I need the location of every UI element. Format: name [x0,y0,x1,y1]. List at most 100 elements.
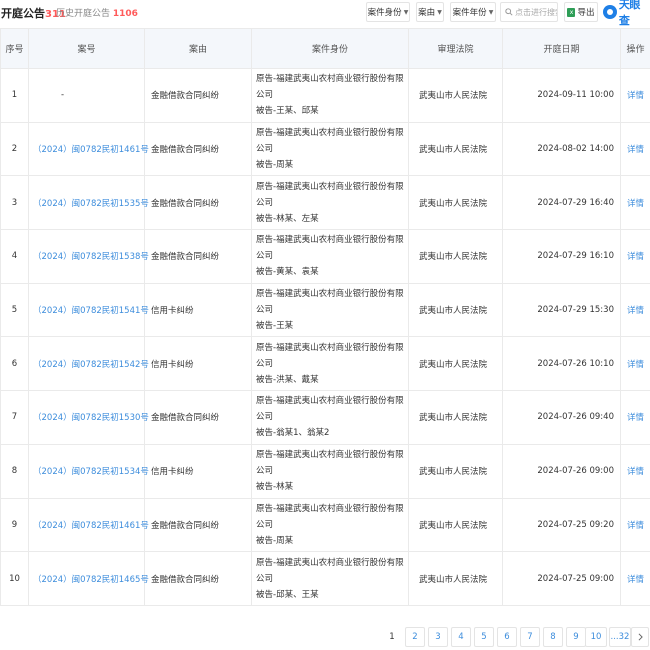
hearing-date: 2024-07-29 16:10 [502,229,621,284]
table-row: 9 （2024）闽0782民初1461号 金融借款合同纠纷 原告-福建武夷山农村… [0,497,650,553]
row-number: 1 [0,68,29,123]
pagination: 1 2 3 4 5 6 7 8 9 10 ...32 [0,627,650,647]
details-link[interactable]: 详情 [620,229,650,284]
details-link[interactable]: 详情 [620,390,650,445]
row-number: 6 [0,336,29,392]
export-button[interactable]: x 导出 [564,2,598,22]
search-box[interactable] [500,2,558,22]
case-cause: 信用卡纠纷 [144,282,252,338]
table-header-row: 序号 案号 案由 案件身份 审理法院 开庭日期 操作 [0,28,650,69]
details-link[interactable]: 详情 [620,551,650,606]
column-header-cause: 案由 [144,28,252,69]
page-10[interactable]: 10 [585,627,607,647]
hearing-date: 2024-07-26 09:40 [502,390,621,445]
case-number-link[interactable]: （2024）闽0782民初1530号 [28,390,149,445]
page-6[interactable]: 6 [497,627,517,647]
details-link[interactable]: 详情 [620,336,650,392]
defendant: 被告-周某 [256,535,294,546]
column-header-court: 审理法院 [408,28,503,69]
excel-icon: x [567,7,576,17]
filter-case-year[interactable]: 案件年份 ▼ [450,2,496,22]
hearing-date: 2024-07-29 16:40 [502,175,621,231]
case-number-link[interactable]: （2024）闽0782民初1542号 [28,336,149,392]
court: 武夷山市人民法院 [408,282,503,338]
plaintiff: 原告-福建武夷山农村商业银行股份有限公司 [256,396,404,423]
case-number-link[interactable]: （2024）闽0782民初1538号 [28,229,149,284]
details-link[interactable]: 详情 [620,68,650,123]
search-input[interactable] [515,7,557,17]
column-header-date: 开庭日期 [502,28,621,69]
row-number: 3 [0,175,29,231]
page-3[interactable]: 3 [428,627,448,647]
page-title-text: 开庭公告 [1,7,45,20]
case-number-link[interactable]: （2024）闽0782民初1465号 [28,551,149,606]
defendant: 被告-林某 [256,482,294,493]
page-2[interactable]: 2 [405,627,425,647]
page-9[interactable]: 9 [566,627,586,647]
page-8[interactable]: 8 [543,627,563,647]
defendant: 被告-林某、左某 [256,213,319,224]
row-number: 5 [0,282,29,338]
chevron-down-icon: ▼ [403,8,409,16]
case-number-link[interactable]: （2024）闽0782民初1541号 [28,282,149,338]
case-parties: 原告-福建武夷山农村商业银行股份有限公司 被告-黄某、袁某 [251,229,409,284]
court: 武夷山市人民法院 [408,175,503,231]
defendant: 被告-周某 [256,160,294,171]
case-cause: 金融借款合同纠纷 [144,551,252,606]
history-link[interactable]: 历史开庭公告 1106 [56,6,138,19]
plaintiff: 原告-福建武夷山农村商业银行股份有限公司 [256,503,404,530]
case-number-link[interactable]: （2024）闽0782民初1461号 [28,121,149,177]
plaintiff: 原告-福建武夷山农村商业银行股份有限公司 [256,235,404,262]
plaintiff: 原告-福建武夷山农村商业银行股份有限公司 [256,450,404,477]
page-1[interactable]: 1 [382,627,402,647]
history-count[interactable]: 1106 [113,9,138,19]
court: 武夷山市人民法院 [408,121,503,177]
court: 武夷山市人民法院 [408,68,503,123]
case-parties: 原告-福建武夷山农村商业银行股份有限公司 被告-王某、邱某 [251,68,409,123]
table-row: 2 （2024）闽0782民初1461号 金融借款合同纠纷 原告-福建武夷山农村… [0,121,650,177]
page-5[interactable]: 5 [474,627,494,647]
hearing-date: 2024-07-25 09:00 [502,551,621,606]
case-parties: 原告-福建武夷山农村商业银行股份有限公司 被告-洪某、戴某 [251,336,409,392]
plaintiff: 原告-福建武夷山农村商业银行股份有限公司 [256,342,404,369]
table-row: 7 （2024）闽0782民初1530号 金融借款合同纠纷 原告-福建武夷山农村… [0,390,650,445]
details-link[interactable]: 详情 [620,121,650,177]
page-last[interactable]: ...32 [609,627,631,647]
history-label[interactable]: 历史开庭公告 [56,9,110,19]
case-cause: 金融借款合同纠纷 [144,68,252,123]
case-number-link[interactable]: （2024）闽0782民初1461号 [28,497,149,553]
court: 武夷山市人民法院 [408,551,503,606]
filter-cause[interactable]: 案由 ▼ [416,2,444,22]
page-4[interactable]: 4 [451,627,471,647]
column-header-parties: 案件身份 [251,28,409,69]
row-number: 4 [0,229,29,284]
export-label: 导出 [577,8,595,18]
details-link[interactable]: 详情 [620,175,650,231]
search-icon [505,8,513,16]
plaintiff: 原告-福建武夷山农村商业银行股份有限公司 [256,289,404,316]
column-header-case-no: 案号 [28,28,145,69]
details-link[interactable]: 详情 [620,282,650,338]
table-row: 6 （2024）闽0782民初1542号 信用卡纠纷 原告-福建武夷山农村商业银… [0,336,650,392]
page-7[interactable]: 7 [520,627,540,647]
table-row: 4 （2024）闽0782民初1538号 金融借款合同纠纷 原告-福建武夷山农村… [0,229,650,284]
eye-logo-icon [603,5,617,19]
details-link[interactable]: 详情 [620,497,650,553]
hearing-date: 2024-07-29 15:30 [502,282,621,338]
plaintiff: 原告-福建武夷山农村商业银行股份有限公司 [256,181,404,208]
next-page-button[interactable] [631,627,649,647]
plaintiff: 原告-福建武夷山农村商业银行股份有限公司 [256,557,404,584]
case-parties: 原告-福建武夷山农村商业银行股份有限公司被告-林某 [251,443,409,499]
details-link[interactable]: 详情 [620,443,650,499]
logo: 天眼查 [603,0,650,27]
case-number-link[interactable]: （2024）闽0782民初1535号 [28,175,149,231]
case-cause: 金融借款合同纠纷 [144,121,252,177]
court: 武夷山市人民法院 [408,229,503,284]
chevron-down-icon: ▼ [488,8,494,16]
case-cause: 金融借款合同纠纷 [144,390,252,445]
case-number-link[interactable]: （2024）闽0782民初1534号 [28,443,149,499]
defendant: 被告-王某、邱某 [256,106,319,117]
filter-case-identity[interactable]: 案件身份 ▼ [366,2,410,22]
table-row: 5 （2024）闽0782民初1541号 信用卡纠纷 原告-福建武夷山农村商业银… [0,282,650,338]
table-row: 10 （2024）闽0782民初1465号 金融借款合同纠纷 原告-福建武夷山农… [0,551,650,606]
